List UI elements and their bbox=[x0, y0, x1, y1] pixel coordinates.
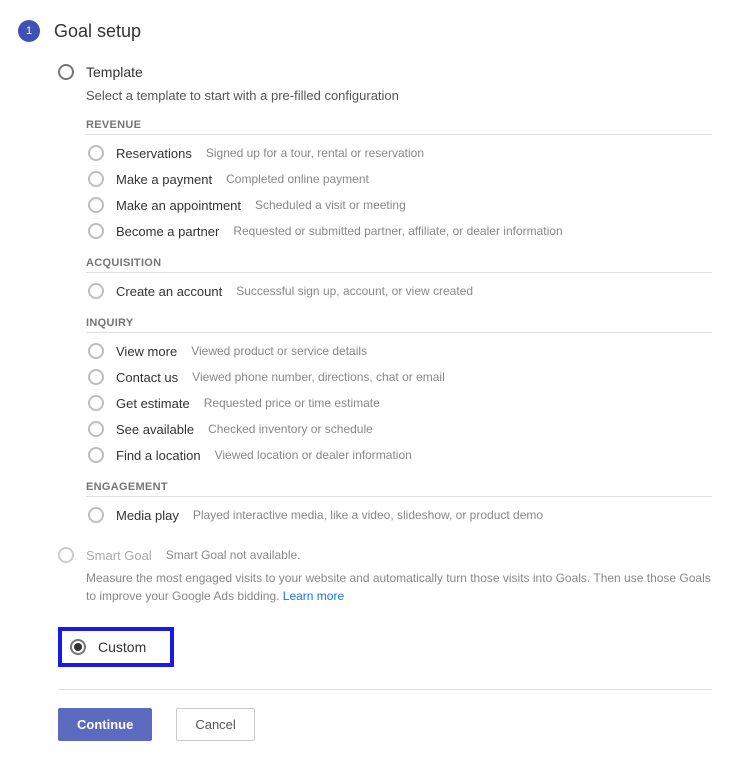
categories-container: REVENUE Reservations Signed up for a tour,… bbox=[86, 119, 712, 523]
template-item-radio[interactable] bbox=[88, 223, 104, 239]
template-item-desc: Scheduled a visit or meeting bbox=[255, 198, 406, 212]
template-item[interactable]: Become a partner Requested or submitted p… bbox=[88, 223, 712, 239]
template-item-desc: Viewed location or dealer information bbox=[215, 448, 412, 462]
template-helper: Select a template to start with a pre-fi… bbox=[86, 88, 712, 103]
template-item[interactable]: Make a payment Completed online payment bbox=[88, 171, 712, 187]
template-item-radio[interactable] bbox=[88, 507, 104, 523]
template-item-desc: Viewed product or service details bbox=[191, 344, 367, 358]
template-item[interactable]: Contact us Viewed phone number, direction… bbox=[88, 369, 712, 385]
template-item[interactable]: Find a location Viewed location or dealer… bbox=[88, 447, 712, 463]
template-item-name: Contact us bbox=[116, 370, 178, 385]
template-item-name: See available bbox=[116, 422, 194, 437]
template-item-name: View more bbox=[116, 344, 177, 359]
template-item-desc: Signed up for a tour, rental or reservat… bbox=[206, 146, 424, 160]
template-item[interactable]: Get estimate Requested price or time esti… bbox=[88, 395, 712, 411]
template-label: Template bbox=[86, 64, 143, 80]
template-item-radio[interactable] bbox=[88, 447, 104, 463]
template-item-desc: Played interactive media, like a video, … bbox=[193, 508, 543, 522]
learn-more-link[interactable]: Learn more bbox=[283, 589, 344, 603]
template-item-radio[interactable] bbox=[88, 283, 104, 299]
template-item-name: Get estimate bbox=[116, 396, 190, 411]
smart-goal-desc: Measure the most engaged visits to your … bbox=[86, 569, 712, 605]
custom-label: Custom bbox=[98, 639, 146, 655]
template-item[interactable]: Make an appointment Scheduled a visit or … bbox=[88, 197, 712, 213]
category-header: ENGAGEMENT bbox=[86, 481, 712, 497]
template-item[interactable]: Create an account Successful sign up, acc… bbox=[88, 283, 712, 299]
template-radio[interactable] bbox=[58, 64, 74, 80]
template-item-name: Media play bbox=[116, 508, 179, 523]
template-item-desc: Checked inventory or schedule bbox=[208, 422, 373, 436]
template-item-desc: Completed online payment bbox=[226, 172, 369, 186]
template-item-desc: Requested price or time estimate bbox=[204, 396, 380, 410]
template-item-radio[interactable] bbox=[88, 343, 104, 359]
template-item-radio[interactable] bbox=[88, 421, 104, 437]
option-custom-section: Custom bbox=[58, 627, 712, 667]
template-item-desc: Viewed phone number, directions, chat or… bbox=[192, 370, 445, 384]
template-item-name: Make a payment bbox=[116, 172, 212, 187]
template-item-name: Become a partner bbox=[116, 224, 219, 239]
button-row: Continue Cancel bbox=[58, 708, 712, 741]
smart-goal-desc-text: Measure the most engaged visits to your … bbox=[86, 571, 711, 603]
template-item-name: Create an account bbox=[116, 284, 222, 299]
template-item-radio[interactable] bbox=[88, 369, 104, 385]
smart-goal-label: Smart Goal bbox=[86, 548, 152, 563]
template-item-desc: Successful sign up, account, or view cre… bbox=[236, 284, 473, 298]
step-number-badge: 1 bbox=[18, 20, 40, 42]
category-header: ACQUISITION bbox=[86, 257, 712, 273]
smart-goal-radio bbox=[58, 547, 74, 563]
template-item[interactable]: View more Viewed product or service detai… bbox=[88, 343, 712, 359]
template-item-radio[interactable] bbox=[88, 197, 104, 213]
smart-goal-status: Smart Goal not available. bbox=[166, 548, 301, 562]
category-header: REVENUE bbox=[86, 119, 712, 135]
option-custom-highlight[interactable]: Custom bbox=[58, 627, 174, 667]
template-item[interactable]: Media play Played interactive media, like… bbox=[88, 507, 712, 523]
template-item[interactable]: See available Checked inventory or schedu… bbox=[88, 421, 712, 437]
continue-button[interactable]: Continue bbox=[58, 708, 152, 741]
template-item-radio[interactable] bbox=[88, 395, 104, 411]
template-item[interactable]: Reservations Signed up for a tour, rental… bbox=[88, 145, 712, 161]
template-item-desc: Requested or submitted partner, affiliat… bbox=[233, 224, 562, 238]
step-title: Goal setup bbox=[54, 21, 141, 42]
template-item-name: Reservations bbox=[116, 146, 192, 161]
option-smart-goal: Smart Goal Smart Goal not available. Mea… bbox=[58, 547, 712, 605]
divider bbox=[58, 689, 712, 690]
custom-radio[interactable] bbox=[70, 639, 86, 655]
option-template[interactable]: Template bbox=[58, 64, 712, 80]
step-header: 1 Goal setup bbox=[18, 20, 712, 42]
template-item-name: Make an appointment bbox=[116, 198, 241, 213]
category-header: INQUIRY bbox=[86, 317, 712, 333]
template-item-radio[interactable] bbox=[88, 145, 104, 161]
template-item-name: Find a location bbox=[116, 448, 201, 463]
cancel-button[interactable]: Cancel bbox=[176, 708, 254, 741]
template-item-radio[interactable] bbox=[88, 171, 104, 187]
